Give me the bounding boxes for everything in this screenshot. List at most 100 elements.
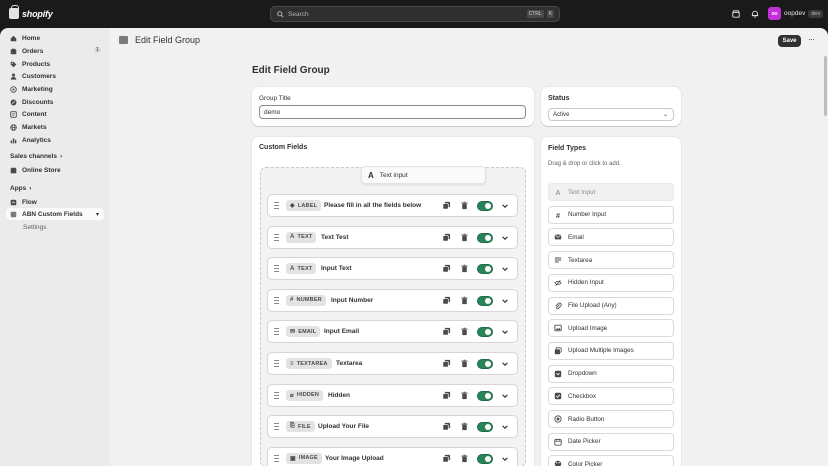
drag-handle-icon[interactable] [274,360,279,367]
trash-icon[interactable] [460,391,469,400]
sidebar-item-home[interactable]: Home [6,32,104,44]
drag-handle-icon[interactable] [274,296,279,304]
field-enabled-toggle[interactable] [477,201,493,211]
field-row[interactable]: ✉ EMAIL Input Email [267,320,518,344]
status-select[interactable]: Active ⌄ [548,108,674,121]
chevron-down-icon[interactable] [501,202,509,210]
field-type-button[interactable]: # Number Input [548,205,674,224]
search-input[interactable] [288,10,518,18]
field-enabled-toggle[interactable] [477,422,493,433]
field-enabled-toggle[interactable] [477,264,493,275]
sales-channels-heading[interactable]: Sales channels › [10,153,62,160]
field-row[interactable]: # NUMBER Input Number [267,288,518,312]
chevron-down-icon[interactable] [501,392,509,400]
sidebar-item-content[interactable]: Content [6,108,104,120]
field-row[interactable]: ⌀ HIDDEN Hidden [267,383,518,407]
dragged-field-type[interactable]: A Text input [361,166,486,184]
sidebar-item-settings[interactable]: Settings [23,224,47,231]
duplicate-icon[interactable] [442,391,451,400]
sidebar-item-products[interactable]: Products [6,58,104,70]
discount-icon [10,99,17,105]
drag-handle-icon[interactable] [274,265,279,273]
shopify-logo[interactable]: shopify [9,5,53,19]
sidebar-item-analytics[interactable]: Analytics [6,134,104,146]
chevron-down-icon[interactable] [501,423,509,431]
duplicate-icon[interactable] [442,327,451,336]
field-enabled-toggle[interactable] [477,390,493,401]
trash-icon[interactable] [460,422,469,431]
duplicate-icon[interactable] [442,201,451,210]
sidebar-item-customers[interactable]: Customers [6,70,104,82]
field-row[interactable]: A TEXT Text Test [267,225,518,249]
field-type-button[interactable]: A Text Input [548,183,674,201]
sidebar-item-markets[interactable]: Markets [6,121,104,133]
trash-icon[interactable] [460,359,469,368]
scrollbar[interactable] [824,56,827,116]
field-row[interactable]: ≡ TEXTAREA Textarea [267,352,518,375]
sidebar-item-online-store[interactable]: Online Store [6,164,104,176]
drag-handle-icon[interactable] [274,328,279,336]
trash-icon[interactable] [460,296,469,305]
field-enabled-toggle[interactable] [477,359,493,369]
field-type-button[interactable]: Upload Multiple Images [548,341,674,360]
field-type-button[interactable]: Checkbox [548,387,674,406]
field-row[interactable]: ◆ LABEL Please fill in all the fields belo… [267,194,518,217]
field-enabled-toggle[interactable] [477,232,493,243]
store-icon[interactable] [732,10,740,18]
bell-icon[interactable] [751,10,759,18]
save-button[interactable]: Save [778,35,801,47]
field-type-button[interactable]: Dropdown [548,364,674,383]
field-type-button[interactable]: Date Picker [548,432,674,451]
chevron-down-icon[interactable] [501,360,509,368]
trash-icon[interactable] [460,233,469,242]
chevron-down-icon[interactable] [501,328,509,336]
drag-handle-icon[interactable] [274,423,279,431]
trash-icon[interactable] [460,454,469,463]
field-row[interactable]: ⎘ FILE Upload Your File [267,415,518,439]
trash-icon[interactable] [460,264,469,273]
chevron-down-icon[interactable] [501,455,509,463]
field-type-button[interactable]: Textarea [548,251,674,270]
duplicate-icon[interactable] [442,296,451,305]
duplicate-icon[interactable] [442,359,451,368]
sidebar-item-abn-custom-fields[interactable]: ABN Custom Fields ▾ [6,208,104,220]
field-enabled-toggle[interactable] [477,327,493,338]
home-icon [10,35,17,41]
trash-icon[interactable] [460,201,469,210]
trash-icon[interactable] [460,327,469,336]
chevron-down-icon[interactable] [501,265,509,273]
chevron-down-icon[interactable] [501,297,509,305]
field-type-button[interactable]: Email [548,228,674,247]
field-type-button[interactable]: Upload Image [548,319,674,338]
sidebar-item-orders[interactable]: Orders 1 [6,45,104,57]
duplicate-icon[interactable] [442,233,451,242]
drag-handle-icon[interactable] [274,391,279,399]
sidebar-item-discounts[interactable]: Discounts [6,96,104,108]
more-actions-icon[interactable]: ··· [808,34,815,44]
field-row[interactable]: A TEXT Input Text [267,257,518,281]
drag-handle-icon[interactable] [274,233,279,241]
field-row[interactable]: ▣ IMAGE Your Image Upload [267,446,518,466]
field-type-button[interactable]: File Upload (Any) [548,296,674,315]
drag-handle-icon[interactable] [274,454,279,462]
field-enabled-toggle[interactable] [477,453,493,464]
sidebar-item-flow[interactable]: Flow [6,196,104,208]
field-enabled-toggle[interactable] [477,295,493,306]
chevron-down-icon[interactable] [501,234,509,242]
field-type-tag: # NUMBER [286,294,326,306]
field-type-tag: A TEXT [286,231,317,243]
field-type-button[interactable]: Hidden Input [548,273,674,292]
duplicate-icon[interactable] [442,454,451,463]
apps-heading[interactable]: Apps › [10,185,31,192]
field-type-button[interactable]: Radio Button [548,410,674,428]
field-type-button[interactable]: Color Picker [548,455,674,466]
drag-handle-icon[interactable] [274,202,279,209]
group-title-input[interactable] [259,105,526,119]
app-icon [119,36,128,44]
user-menu[interactable]: oo oopdev dev [768,7,824,20]
sidebar-item-marketing[interactable]: Marketing [6,83,104,95]
search-bar[interactable]: CTRL K [270,6,560,22]
duplicate-icon[interactable] [442,422,451,431]
pin-icon[interactable]: ▾ [96,211,99,218]
duplicate-icon[interactable] [442,264,451,273]
